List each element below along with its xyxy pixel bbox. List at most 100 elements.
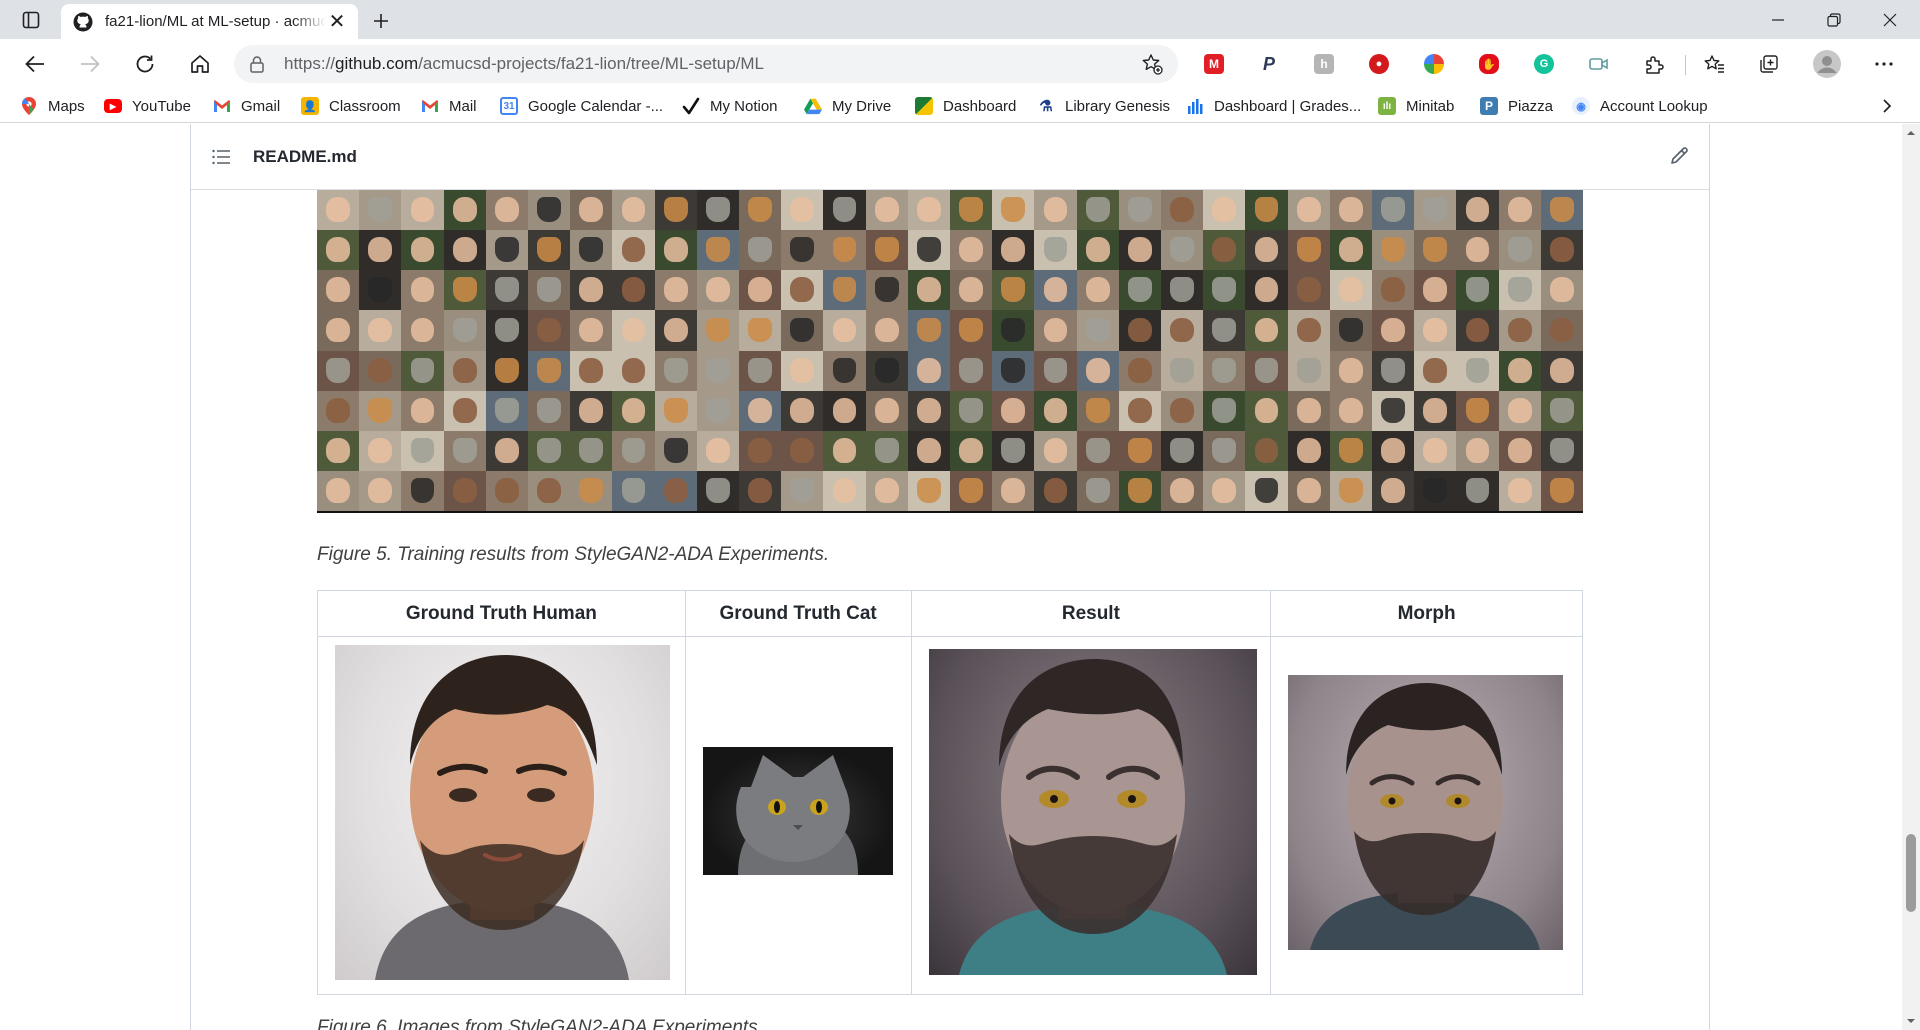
bookmark-piazza[interactable]: P Piazza — [1480, 95, 1553, 117]
close-window-button[interactable] — [1862, 0, 1918, 39]
mosaic-tile — [443, 270, 486, 311]
table-of-contents-icon[interactable] — [211, 147, 231, 167]
scrollbar-thumb[interactable] — [1906, 834, 1916, 912]
mosaic-tile — [1287, 390, 1330, 431]
tab-actions-button[interactable] — [14, 8, 48, 32]
mosaic-tile — [1498, 190, 1541, 231]
bookmark-minitab[interactable]: ılı Minitab — [1378, 95, 1454, 117]
bookmark-google-calendar[interactable]: 31 Google Calendar -... — [500, 95, 663, 117]
mosaic-tile — [992, 230, 1035, 271]
mosaic-tile — [612, 230, 655, 271]
url-text[interactable]: https://github.com/acmucsd-projects/fa21… — [284, 54, 1140, 74]
mosaic-tile — [823, 230, 866, 271]
bookmark-gmail[interactable]: Gmail — [213, 95, 280, 117]
mosaic-tile — [1414, 310, 1457, 351]
maps-icon — [20, 97, 38, 115]
refresh-button[interactable] — [127, 47, 163, 81]
extensions-puzzle-icon[interactable] — [1642, 52, 1666, 76]
mosaic-tile — [1203, 310, 1246, 351]
ground-truth-cat-image[interactable] — [702, 747, 893, 875]
add-favorite-icon[interactable] — [1140, 52, 1164, 76]
mosaic-tile — [739, 470, 782, 511]
bookmark-label: Google Calendar -... — [528, 97, 664, 115]
bookmark-label: My Notion — [710, 97, 778, 115]
vertical-tabs-icon — [22, 11, 40, 29]
scroll-down-arrow-icon[interactable] — [1906, 1016, 1916, 1026]
forward-button[interactable] — [72, 47, 108, 81]
new-tab-button[interactable] — [366, 6, 396, 36]
bookmark-dashboard-grades[interactable]: Dashboard | Grades... — [1186, 95, 1361, 117]
bookmark-library-genesis[interactable]: ⚗ Library Genesis — [1037, 95, 1170, 117]
header-morph: Morph — [1270, 590, 1583, 637]
home-button[interactable] — [182, 47, 218, 81]
bookmark-dashboard[interactable]: Dashboard — [915, 95, 1016, 117]
url-scheme: https:// — [284, 54, 336, 73]
mosaic-tile — [1034, 430, 1077, 471]
mosaic-tile — [612, 470, 655, 511]
morph-image[interactable] — [1288, 675, 1564, 950]
mosaic-tile — [1076, 430, 1119, 471]
extension-record-icon[interactable]: ● — [1367, 52, 1391, 76]
favorites-icon[interactable] — [1702, 52, 1726, 76]
lock-icon[interactable] — [248, 55, 266, 73]
mosaic-tile — [1414, 230, 1457, 271]
restore-button[interactable] — [1806, 0, 1862, 39]
extension-video-icon[interactable] — [1587, 52, 1611, 76]
bookmark-my-drive[interactable]: My Drive — [804, 95, 891, 117]
mosaic-tile — [359, 190, 402, 231]
bookmarks-overflow-button[interactable] — [1876, 95, 1898, 117]
mosaic-tile — [865, 190, 908, 231]
ground-truth-human-image[interactable] — [335, 645, 670, 980]
extension-grey-icon[interactable]: h — [1312, 52, 1336, 76]
bookmark-classroom[interactable]: 👤 Classroom — [301, 95, 401, 117]
bookmark-mail[interactable]: Mail — [421, 95, 477, 117]
mosaic-tile — [443, 390, 486, 431]
mosaic-tile — [739, 310, 782, 351]
tab-close-button[interactable]: ✕ — [326, 11, 348, 33]
pencil-icon[interactable] — [1669, 146, 1689, 166]
cell-ground-truth-cat — [684, 636, 912, 995]
drive-icon — [804, 97, 822, 115]
mosaic-tile — [1498, 310, 1541, 351]
minimize-button[interactable] — [1750, 0, 1806, 39]
bookmark-label: Minitab — [1406, 97, 1455, 115]
extension-adblock-icon[interactable]: ✋ — [1477, 52, 1501, 76]
browser-toolbar: https://github.com/acmucsd-projects/fa21… — [0, 39, 1920, 89]
mosaic-tile — [1203, 270, 1246, 311]
back-button[interactable] — [17, 47, 53, 81]
extension-p-icon[interactable]: P — [1257, 52, 1281, 76]
piazza-icon: P — [1480, 97, 1498, 115]
bookmark-youtube[interactable]: ▶ YouTube — [104, 95, 191, 117]
profile-avatar[interactable] — [1812, 49, 1842, 79]
mosaic-tile — [739, 230, 782, 271]
mosaic-tile — [443, 190, 486, 231]
mosaic-tile — [823, 310, 866, 351]
mosaic-tile — [1414, 390, 1457, 431]
mosaic-tile — [781, 230, 824, 271]
mosaic-tile — [570, 470, 613, 511]
mosaic-tile — [1203, 430, 1246, 471]
extension-colorful-icon[interactable] — [1422, 52, 1446, 76]
collections-icon[interactable] — [1757, 52, 1781, 76]
mosaic-tile — [1034, 470, 1077, 511]
active-tab[interactable]: fa21-lion/ML at ML-setup · acmucsd-proje… — [61, 4, 358, 39]
address-bar[interactable]: https://github.com/acmucsd-projects/fa21… — [234, 45, 1178, 83]
page-scrollbar[interactable] — [1902, 124, 1920, 1030]
url-host: github.com — [335, 54, 419, 73]
bookmark-my-notion[interactable]: My Notion — [682, 95, 778, 117]
readme-filename: README.md — [253, 146, 357, 166]
bookmark-maps[interactable]: Maps — [20, 95, 85, 117]
result-image[interactable] — [928, 649, 1257, 975]
scroll-up-arrow-icon[interactable] — [1906, 128, 1916, 138]
mosaic-tile — [865, 350, 908, 391]
mosaic-tile — [865, 270, 908, 311]
mosaic-tile — [1161, 190, 1204, 231]
mosaic-tile — [528, 230, 571, 271]
grammarly-icon[interactable]: G — [1532, 52, 1556, 76]
mosaic-tile — [1118, 230, 1161, 271]
extension-red-icon[interactable]: M — [1202, 52, 1226, 76]
settings-more-icon[interactable] — [1872, 52, 1896, 76]
gmail-icon — [213, 97, 231, 115]
mosaic-tile — [1161, 390, 1204, 431]
bookmark-account-lookup[interactable]: ◉ Account Lookup — [1572, 95, 1708, 117]
